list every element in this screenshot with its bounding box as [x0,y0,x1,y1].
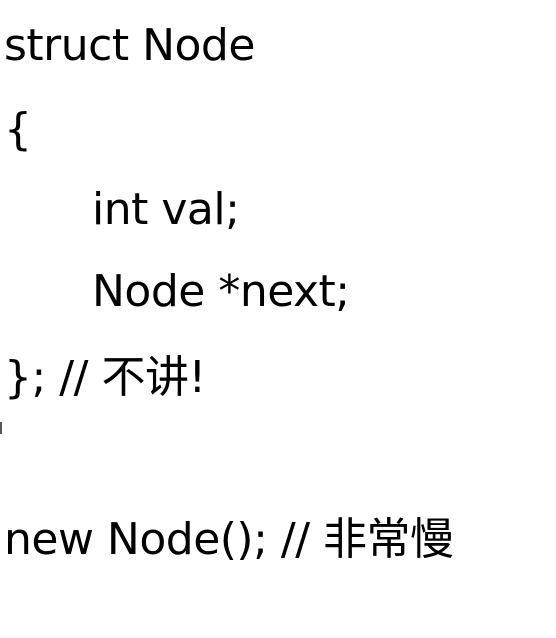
code-line-close-brace-comment: }; // 不讲! [4,352,206,403]
code-line-open-brace: { [4,104,32,155]
code-line-val-field: int val; [92,184,240,235]
code-slide: struct Node { int val; Node *next; }; //… [0,0,556,638]
code-line-new-node-comment: new Node(); // 非常慢 [4,514,454,565]
code-line-struct-decl: struct Node [4,20,255,71]
text-cursor-mark [0,422,2,434]
code-line-next-field: Node *next; [92,266,350,317]
